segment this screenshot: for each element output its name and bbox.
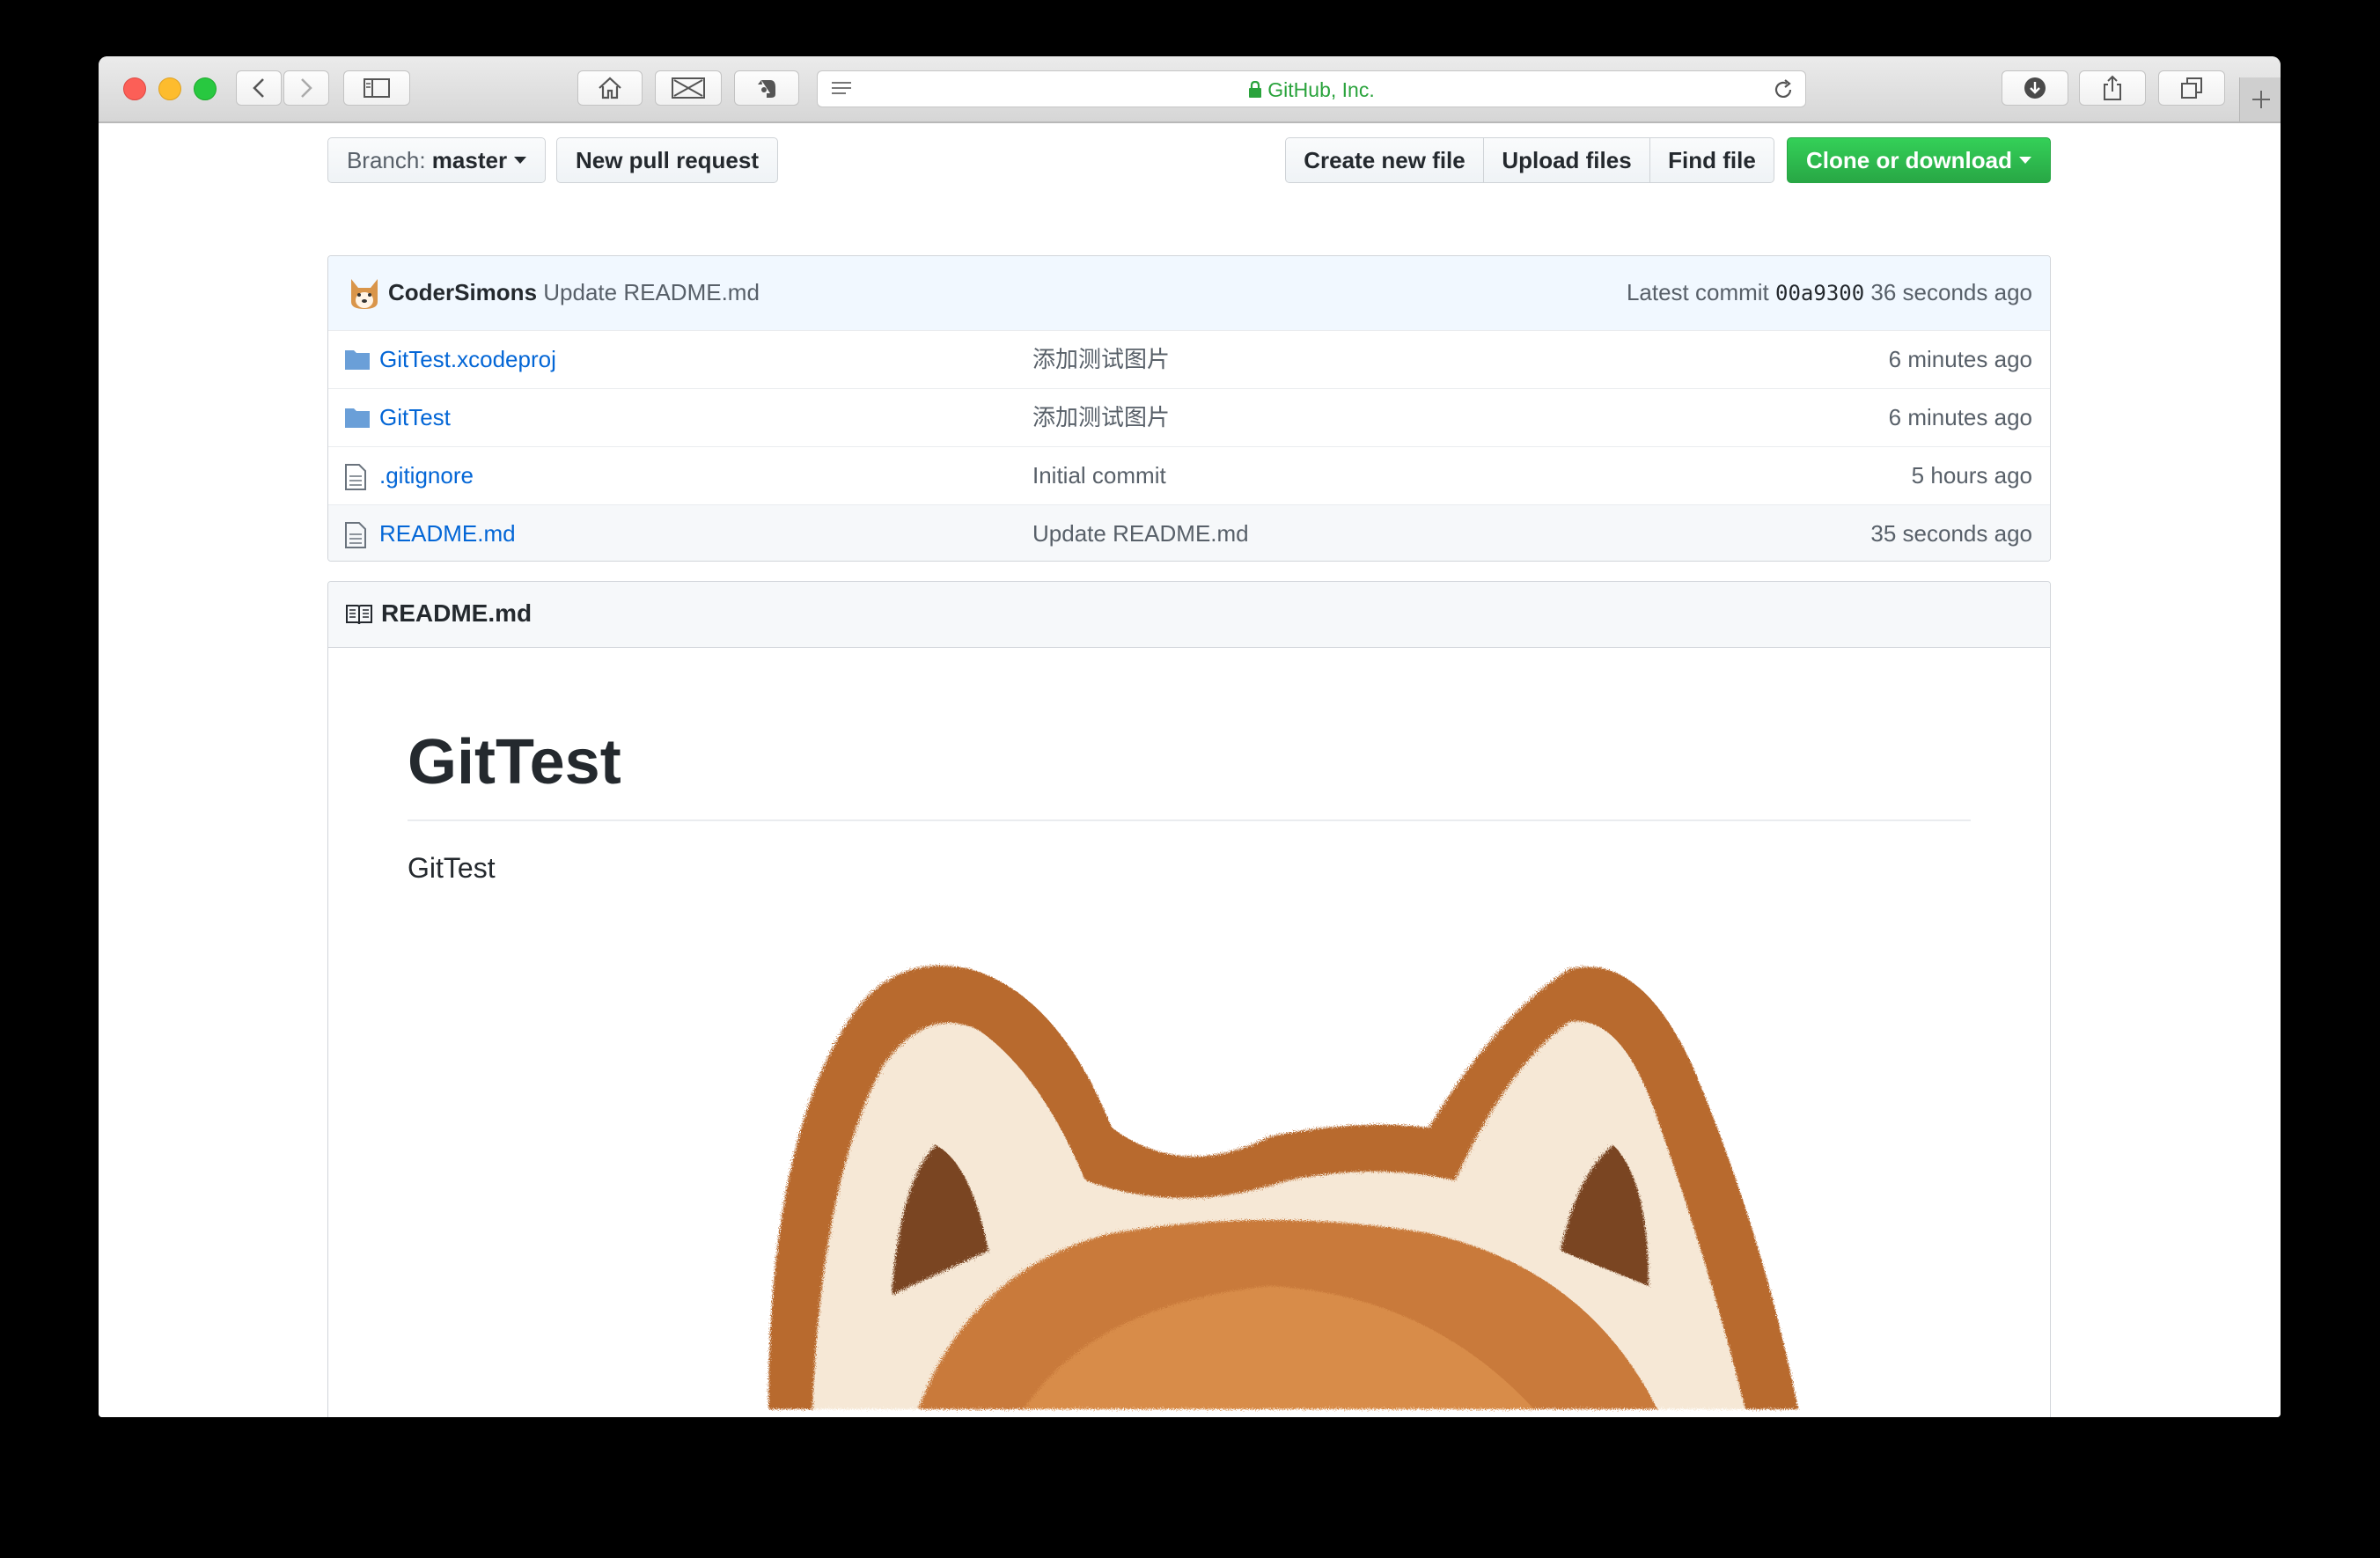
file-row[interactable]: README.md Update README.md 35 seconds ag… <box>328 504 2050 561</box>
downloads-button[interactable] <box>2002 70 2068 106</box>
browser-window: GitHub, Inc. Branch: master New pull req… <box>99 56 2281 1417</box>
file-age: 35 seconds ago <box>1870 520 2032 547</box>
latest-commit-label: Latest commit <box>1626 279 1769 305</box>
avatar[interactable] <box>348 276 381 311</box>
file-commit-message[interactable]: 添加测试图片 <box>1032 389 1170 445</box>
commit-message[interactable]: Update README.md <box>543 279 760 305</box>
branch-value: master <box>431 146 508 173</box>
readme-heading: GitTest <box>408 727 621 797</box>
zoom-window-button[interactable] <box>194 77 217 100</box>
file-name[interactable]: README.md <box>379 505 516 561</box>
file-icon <box>345 464 366 490</box>
file-name[interactable]: GitTest <box>379 389 451 445</box>
file-age: 6 minutes ago <box>1888 346 2032 372</box>
clone-or-download-button[interactable]: Clone or download <box>1787 137 2051 183</box>
tabs-overview-button[interactable] <box>2158 70 2225 106</box>
latest-commit-bar: CoderSimons Update README.md Latest comm… <box>328 256 2050 331</box>
readme-header: README.md <box>328 582 2050 648</box>
extension-button-2[interactable] <box>734 70 799 106</box>
minimize-window-button[interactable] <box>158 77 181 100</box>
page-content: Branch: master New pull request Create n… <box>99 123 2281 1417</box>
address-bar[interactable]: GitHub, Inc. <box>817 70 1806 107</box>
commit-age: 36 seconds ago <box>1870 279 2032 305</box>
file-row[interactable]: .gitignore Initial commit 5 hours ago <box>328 446 2050 504</box>
file-age: 6 minutes ago <box>1888 404 2032 430</box>
caret-down-icon <box>514 157 527 164</box>
sidebar-icon <box>364 78 390 98</box>
file-row[interactable]: GitTest 添加测试图片 6 minutes ago <box>328 388 2050 446</box>
extension-button[interactable] <box>655 70 722 106</box>
readme-paragraph: GitTest <box>408 852 496 884</box>
book-icon <box>346 605 372 625</box>
address-domain: GitHub, Inc. <box>1267 78 1375 101</box>
close-window-button[interactable] <box>123 77 146 100</box>
commit-sha[interactable]: 00a9300 <box>1775 281 1864 305</box>
caret-down-icon <box>2019 157 2031 164</box>
file-navigation-table: CoderSimons Update README.md Latest comm… <box>327 255 2051 562</box>
home-icon <box>599 77 621 99</box>
readme-image <box>478 916 1921 1417</box>
clone-or-download-label: Clone or download <box>1806 146 2012 173</box>
chevron-left-icon <box>253 78 264 98</box>
browser-toolbar: GitHub, Inc. <box>99 56 2281 123</box>
file-name[interactable]: .gitignore <box>379 447 474 503</box>
heading-divider <box>408 819 1971 821</box>
file-icon <box>345 522 366 548</box>
commit-author[interactable]: CoderSimons <box>388 279 537 305</box>
plus-icon <box>2251 91 2270 108</box>
lock-icon <box>1249 80 1262 98</box>
reload-icon <box>1774 79 1792 98</box>
branch-label: Branch: <box>346 146 426 173</box>
file-name[interactable]: GitTest.xcodeproj <box>379 331 556 387</box>
share-icon <box>2104 75 2121 100</box>
sidebar-button[interactable] <box>343 70 410 106</box>
back-button[interactable] <box>236 70 282 106</box>
evernote-elephant-icon <box>758 80 775 98</box>
forward-button[interactable] <box>283 70 329 106</box>
folder-icon <box>345 350 370 370</box>
share-button[interactable] <box>2079 70 2146 106</box>
reload-button[interactable] <box>1772 78 1795 106</box>
file-age: 5 hours ago <box>1911 462 2032 489</box>
home-button[interactable] <box>577 70 643 106</box>
new-tab-button[interactable] <box>2239 77 2281 121</box>
file-row[interactable]: GitTest.xcodeproj 添加测试图片 6 minutes ago <box>328 330 2050 388</box>
file-commit-message[interactable]: Initial commit <box>1032 447 1166 503</box>
branch-select-button[interactable]: Branch: master <box>327 137 546 183</box>
new-pull-request-button[interactable]: New pull request <box>556 137 778 183</box>
download-icon <box>2024 77 2046 99</box>
bowtie-extension-icon <box>672 77 705 99</box>
upload-files-button[interactable]: Upload files <box>1483 137 1650 183</box>
file-commit-message[interactable]: 添加测试图片 <box>1032 331 1170 387</box>
folder-icon <box>345 408 370 428</box>
file-commit-message[interactable]: Update README.md <box>1032 505 1249 561</box>
address-text: GitHub, Inc. <box>818 71 1805 108</box>
find-file-button[interactable]: Find file <box>1649 137 1774 183</box>
chevron-right-icon <box>301 78 312 98</box>
tabs-icon <box>2181 77 2202 99</box>
readme-panel: README.md GitTest GitTest <box>327 581 2051 1417</box>
readme-filename[interactable]: README.md <box>381 582 532 645</box>
create-new-file-button[interactable]: Create new file <box>1285 137 1484 183</box>
